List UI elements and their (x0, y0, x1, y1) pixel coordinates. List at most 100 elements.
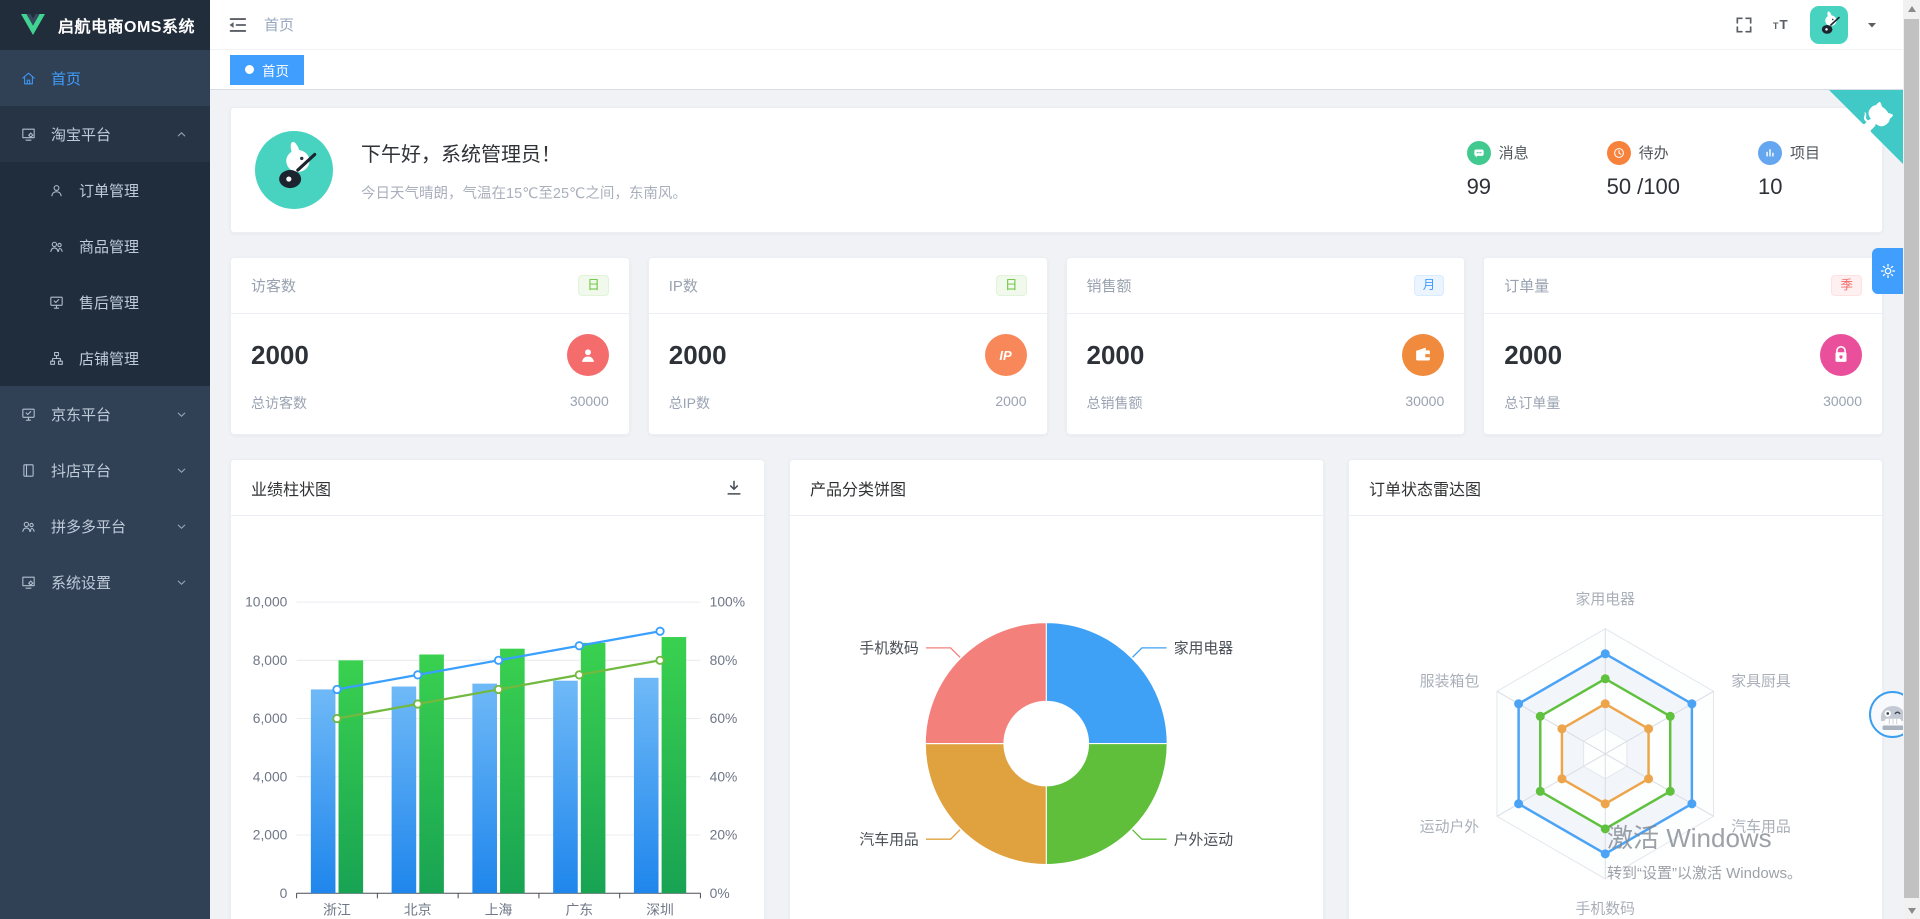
welcome-avatar (255, 131, 333, 209)
sidebar-submenu-taobao: 订单管理 商品管理 售后管理 店铺管理 (0, 162, 210, 386)
doc-gear-icon (20, 574, 37, 591)
project-chart-icon (1758, 141, 1782, 165)
svg-text:家具厨具: 家具厨具 (1731, 673, 1791, 690)
tabbar: 首页 (210, 50, 1920, 90)
stat-card-footer-value: 30000 (570, 393, 609, 413)
bar-chart-title: 业绩柱状图 (251, 476, 331, 500)
topbar: 首页 T T (210, 0, 1920, 50)
welcome-texts: 下午好，系统管理员！ 今日天气晴朗，气温在15℃至25℃之间，东南风。 (361, 138, 687, 203)
sidebar-item-douyin[interactable]: 抖店平台 (0, 442, 210, 498)
sidebar-item-shop-mgmt[interactable]: 店铺管理 (0, 330, 210, 386)
doc-gear-icon (20, 126, 37, 143)
vertical-scrollbar[interactable] (1903, 0, 1920, 919)
bar-chart-card: 业绩柱状图 00%2,00020%4,00040%6,00060%8,00080… (230, 459, 765, 919)
welcome-stat-label: 待办 (1639, 142, 1669, 163)
sitemap-icon (48, 350, 65, 367)
scrollbar-down-arrow[interactable] (1903, 902, 1920, 919)
main-area: 首页 T T (210, 0, 1920, 919)
tab-home[interactable]: 首页 (230, 55, 304, 85)
todo-clock-icon (1607, 141, 1631, 165)
chevron-up-icon (173, 126, 190, 143)
svg-text:深圳: 深圳 (646, 902, 674, 918)
radar-chart-card: 订单状态雷达图 家用电器家具厨具汽车用品手机数码运动户外服装箱包 (1348, 459, 1883, 919)
sidebar-item-label: 售后管理 (79, 292, 139, 313)
book-icon (20, 462, 37, 479)
welcome-stat-todos: 待办 50 /100 (1607, 141, 1680, 200)
app-title: 启航电商OMS系统 (58, 13, 195, 37)
stat-card-footer-label: 总IP数 (669, 393, 710, 413)
user-avatar[interactable] (1810, 6, 1848, 44)
download-icon[interactable] (724, 478, 744, 498)
stat-card-sales[interactable]: 销售额 月 2000 总销售额 30000 (1066, 257, 1466, 435)
stat-card-orders[interactable]: 订单量 季 2000 总订单量 30000 (1483, 257, 1883, 435)
sidebar-item-settings[interactable]: 系统设置 (0, 554, 210, 610)
sidebar-item-goods-mgmt[interactable]: 商品管理 (0, 218, 210, 274)
breadcrumb[interactable]: 首页 (264, 14, 294, 35)
stat-card-footer-label: 总订单量 (1504, 393, 1560, 413)
svg-text:家用电器: 家用电器 (1576, 591, 1636, 608)
sidebar-item-order-mgmt[interactable]: 订单管理 (0, 162, 210, 218)
users-icon (20, 518, 37, 535)
pie-chart-title: 产品分类饼图 (810, 476, 906, 500)
bar-chart[interactable]: 00%2,00020%4,00040%6,00060%8,00080%10,00… (231, 516, 764, 919)
stat-card-title: 订单量 (1504, 275, 1549, 296)
welcome-stat-messages: 消息 99 (1467, 141, 1529, 200)
sidebar-item-label: 首页 (51, 68, 81, 89)
svg-text:20%: 20% (710, 827, 738, 843)
sidebar-fold-icon[interactable] (226, 14, 248, 36)
users-icon (48, 238, 65, 255)
sidebar-item-jd[interactable]: 京东平台 (0, 386, 210, 442)
sidebar-item-label: 京东平台 (51, 404, 111, 425)
visitor-icon (567, 334, 609, 376)
settings-drawer-button[interactable] (1872, 248, 1903, 294)
github-corner-icon[interactable] (1829, 90, 1903, 164)
rabbit-avatar-icon (1814, 10, 1844, 40)
period-badge: 季 (1831, 275, 1862, 296)
svg-text:0: 0 (280, 885, 288, 901)
fullscreen-icon[interactable] (1734, 15, 1754, 35)
welcome-stat-value: 10 (1758, 174, 1820, 200)
radar-chart[interactable]: 家用电器家具厨具汽车用品手机数码 运动户外 服装箱包 (1349, 516, 1882, 919)
svg-text:60%: 60% (710, 710, 738, 726)
welcome-greeting: 下午好，系统管理员！ (361, 138, 687, 167)
welcome-stat-value: 99 (1467, 174, 1529, 200)
font-size-icon[interactable]: T T (1772, 15, 1792, 35)
sidebar-item-home[interactable]: 首页 (0, 50, 210, 106)
svg-text:80%: 80% (710, 652, 738, 668)
sidebar-item-pdd[interactable]: 拼多多平台 (0, 498, 210, 554)
scrollbar-thumb[interactable] (1904, 19, 1919, 898)
svg-text:汽车用品: 汽车用品 (859, 831, 918, 848)
monitor-check-icon (48, 294, 65, 311)
pie-chart-card: 产品分类饼图 家用电器户外运动汽车用品手机数码 (789, 459, 1324, 919)
svg-text:广东: 广东 (565, 902, 593, 918)
welcome-stat-value: 50 /100 (1607, 174, 1680, 200)
app-logo: 启航电商OMS系统 (0, 0, 210, 50)
sidebar-item-taobao[interactable]: 淘宝平台 (0, 106, 210, 162)
svg-text:汽车用品: 汽车用品 (1731, 819, 1790, 836)
svg-text:6,000: 6,000 (253, 710, 288, 726)
svg-text:服装箱包: 服装箱包 (1420, 673, 1480, 690)
welcome-card: 下午好，系统管理员！ 今日天气晴朗，气温在15℃至25℃之间，东南风。 消息 9… (230, 107, 1883, 233)
period-badge: 月 (1414, 275, 1445, 296)
scrollbar-up-arrow[interactable] (1903, 0, 1920, 17)
chevron-down-icon[interactable] (1866, 19, 1878, 31)
sidebar-item-label: 抖店平台 (51, 460, 111, 481)
svg-text:上海: 上海 (485, 902, 513, 918)
sidebar-item-label: 商品管理 (79, 236, 139, 257)
stat-card-ip[interactable]: IP数 日 2000 IP 总IP数 2000 (648, 257, 1048, 435)
svg-text:4,000: 4,000 (253, 768, 288, 784)
stat-card-footer-value: 30000 (1405, 393, 1444, 413)
stat-card-value: 2000 (1087, 340, 1145, 371)
sidebar-item-label: 淘宝平台 (51, 124, 111, 145)
sidebar-item-aftersale-mgmt[interactable]: 售后管理 (0, 274, 210, 330)
message-icon (1467, 141, 1491, 165)
svg-text:手机数码: 手机数码 (1576, 901, 1635, 918)
svg-text:运动户外: 运动户外 (1420, 819, 1480, 836)
sidebar-item-label: 店铺管理 (79, 348, 139, 369)
pie-chart[interactable]: 家用电器户外运动汽车用品手机数码 (790, 516, 1323, 919)
welcome-weather: 今日天气晴朗，气温在15℃至25℃之间，东南风。 (361, 182, 687, 203)
period-badge: 日 (996, 275, 1027, 296)
stat-card-title: 访客数 (251, 275, 296, 296)
stat-card-visitors[interactable]: 访客数 日 2000 总访客数 30000 (230, 257, 630, 435)
svg-text:T: T (1773, 21, 1779, 31)
